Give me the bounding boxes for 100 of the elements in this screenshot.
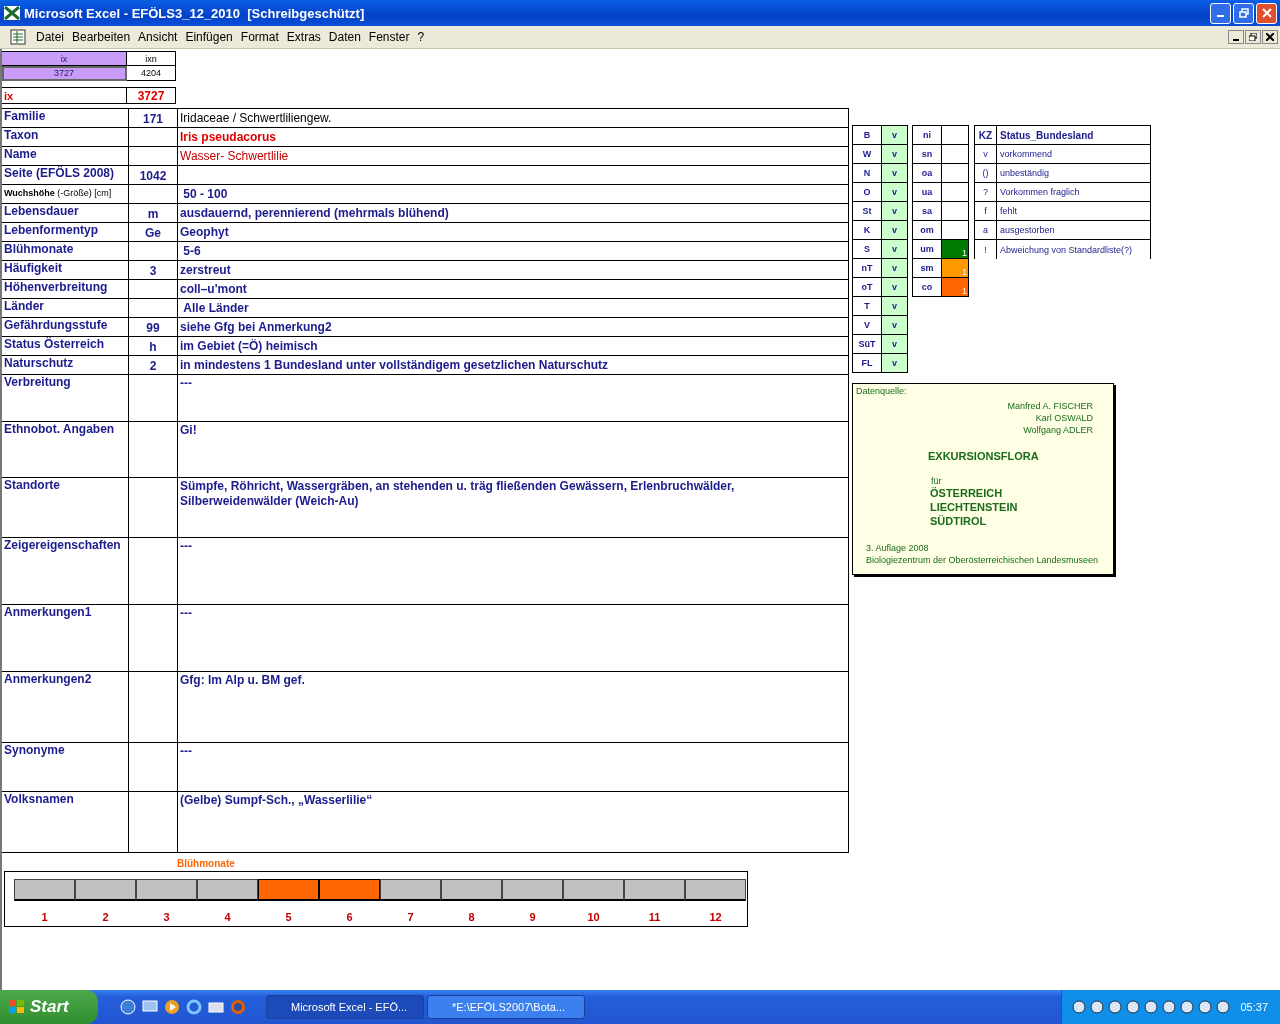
restore-button[interactable] [1245, 30, 1261, 44]
row-label: Naturschutz [2, 356, 129, 374]
tray-icon[interactable] [1144, 1000, 1159, 1014]
zone-code: om [913, 221, 942, 239]
tray-icon[interactable] [1108, 1000, 1123, 1014]
legend-code: () [975, 164, 997, 182]
spreadsheet-icon [4, 6, 20, 20]
row-label: Höhenverbreitung [2, 280, 129, 298]
author-name: Wolfgang ADLER [1023, 424, 1093, 436]
legend-text: fehlt [999, 205, 1018, 218]
color-cell: 1 [942, 259, 968, 277]
value-cell-text: Gi! [179, 422, 198, 439]
tray-icon[interactable] [1162, 1000, 1177, 1014]
close-icon [1261, 8, 1272, 18]
zone-code: oa [913, 164, 942, 182]
card-text: für [931, 476, 943, 486]
legend-text: unbeständig [999, 167, 1051, 180]
minimize-icon [1233, 38, 1239, 41]
menu-item[interactable]: Einfügen [181, 30, 237, 44]
table-cell: ix [2, 87, 127, 104]
value-cell-text: 50 - 100 [182, 186, 229, 203]
month-label: 2 [102, 911, 109, 923]
value-cell-text: Geophyt [179, 224, 230, 241]
menu-item[interactable]: Daten [324, 30, 365, 44]
value-cell-text: in mindestens 1 Bundesland unter vollständigem gesetzlichen Naturschutz [179, 357, 610, 374]
status-cell: v [882, 335, 907, 353]
row-label: Ethnobot. Angaben [2, 422, 129, 477]
row-label: Familie [2, 109, 129, 127]
tray-icon[interactable] [1198, 1000, 1213, 1014]
value-cell-text: --- [179, 375, 193, 392]
code-cell: 2 [129, 356, 178, 374]
code-cell: m [129, 204, 178, 222]
region-name: ÖSTERREICH [930, 486, 1004, 500]
taskbar-button[interactable]: Microsoft Excel - EFÖ... [266, 995, 424, 1019]
close-button[interactable] [1262, 30, 1278, 44]
desktop-icon[interactable] [142, 999, 158, 1015]
row-label: Standorte [2, 478, 129, 537]
row-label: Lebensdauer [2, 204, 129, 222]
globe-icon[interactable] [120, 999, 136, 1015]
value-cell-text: (Gelbe) Sumpf-Sch., „Wasserlilie“ [179, 792, 374, 809]
month-label: 7 [407, 911, 414, 923]
publisher-text: Biologiezentrum der Oberösterreichischen Landesmuseen [866, 554, 1100, 566]
code-cell: h [129, 337, 178, 355]
value-cell-text: 5-6 [182, 243, 202, 260]
card-label: Datenquelle: [856, 386, 907, 396]
value-cell-text: Iris pseudacorus [179, 129, 278, 146]
legend-code: ! [975, 240, 997, 259]
region-name: LIECHTENSTEIN [930, 500, 1019, 514]
menu-item[interactable]: ? [413, 30, 429, 44]
table-cell: ixn [127, 51, 176, 66]
row-label: Anmerkungen1 [2, 605, 129, 671]
month-label: 12 [709, 911, 722, 923]
color-cell: 1 [942, 278, 968, 296]
edition-text: 3. Auflage 2008 [866, 542, 930, 554]
menu-item[interactable]: Bearbeiten [68, 30, 135, 44]
value-cell-text: Wasser- Schwertlilie [179, 148, 290, 165]
minimize-button[interactable] [1228, 30, 1244, 44]
legend-text: vorkommend [999, 148, 1054, 161]
taskbar-button[interactable]: *E:\EFÖLS2007\Bota... [427, 995, 585, 1019]
status-cell: v [882, 240, 907, 258]
code-cell: 1042 [129, 166, 178, 184]
month-label: 1 [41, 911, 48, 923]
row-label: Anmerkungen2 [2, 672, 129, 742]
start-button[interactable]: Start [0, 990, 98, 1024]
menu-item[interactable]: Datei [32, 30, 68, 44]
zone-code: ua [913, 183, 942, 201]
menu-item[interactable]: Extras [282, 30, 325, 44]
tray-icon[interactable] [1216, 1000, 1231, 1014]
status-cell: v [882, 202, 907, 220]
legend-text: Vorkommen fraglich [999, 186, 1081, 199]
status-cell: v [882, 183, 907, 201]
table-cell: ix [2, 51, 127, 66]
play-icon[interactable] [164, 999, 180, 1015]
menu-item[interactable]: Fenster [364, 30, 414, 44]
tray-icon[interactable] [1090, 1000, 1105, 1014]
restore-icon [1249, 33, 1257, 41]
table-cell: 4204 [127, 66, 176, 81]
value-cell-text: Sümpfe, Röhricht, Wassergräben, an stehenden u. träg fließenden Gewässern, Erlenbruchwälder, Silberweidenwälder (Weich-Au) [179, 478, 736, 510]
legend-code: f [975, 202, 997, 220]
close-icon [1266, 33, 1274, 41]
row-label: Volksnamen [2, 792, 129, 852]
menu-item[interactable]: Ansicht [134, 30, 182, 44]
tray-icon[interactable] [1180, 1000, 1195, 1014]
region-name: SÜDTIROL [930, 514, 988, 528]
mail-icon[interactable] [208, 999, 224, 1015]
row-label: Zeigereigenschaften [2, 538, 129, 604]
clock: 05:37 [1240, 1001, 1268, 1013]
status-cell: v [882, 316, 907, 334]
tray-icon[interactable] [1126, 1000, 1141, 1014]
value-cell-text: --- [179, 743, 193, 760]
zone-code: sa [913, 202, 942, 220]
row-label: Blühmonate [2, 242, 129, 260]
status-cell: v [882, 354, 907, 372]
book-title: EXKURSIONSFLORA [928, 450, 1040, 462]
row-label: Wuchshöhe (-Größe) [cm] [2, 185, 129, 203]
row-label: Seite (EFÖLS 2008) [2, 166, 129, 184]
selected-cell[interactable]: 3727 [2, 66, 127, 81]
value-cell-text: Alle Länder [182, 300, 250, 317]
menu-item[interactable]: Format [236, 30, 283, 44]
tray-icon[interactable] [1072, 1000, 1087, 1014]
